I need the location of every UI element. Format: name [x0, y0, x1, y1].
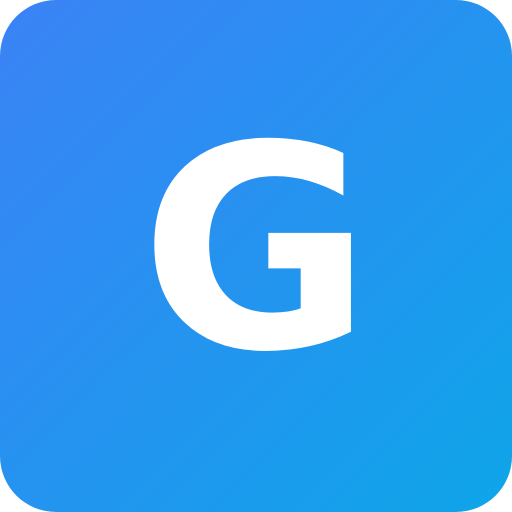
app-icon: G	[0, 0, 512, 512]
app-icon-letter: G	[140, 85, 372, 414]
